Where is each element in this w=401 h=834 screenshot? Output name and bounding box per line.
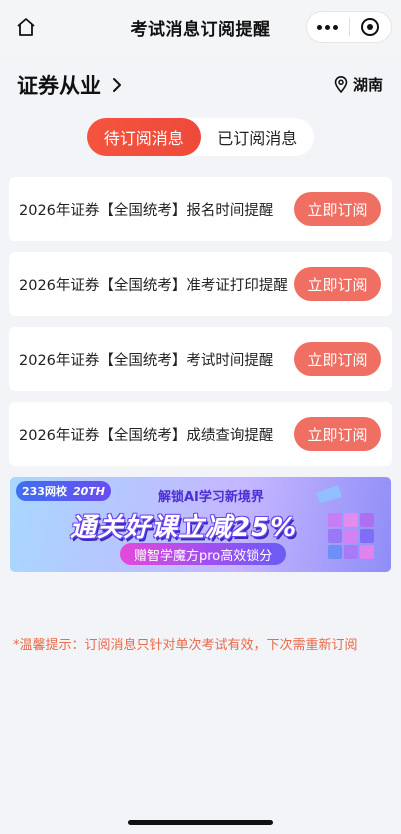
cubes-illustration xyxy=(316,485,374,559)
list-item-title: 2026年证券【全国统考】报名时间提醒 xyxy=(19,202,274,219)
brand-logo: 233网校 20TH xyxy=(16,481,111,501)
exam-category-label: 证券从业 xyxy=(17,74,101,98)
more-menu-button[interactable] xyxy=(307,12,349,42)
close-mini-program-button[interactable] xyxy=(349,12,391,42)
banner-gift-pill: 赠智学魔方pro高效锁分 xyxy=(120,543,287,565)
tips-notice: *温馨提示：订阅消息只针对单次考试有效，下次需重新订阅 xyxy=(13,638,358,653)
brand-logo-text: 233网校 xyxy=(22,485,67,498)
more-dots-icon xyxy=(317,24,339,30)
banner-headline: 通关好课立减25% xyxy=(70,513,298,543)
home-indicator xyxy=(128,820,273,825)
mini-program-capsule xyxy=(306,11,392,43)
location-label: 湖南 xyxy=(352,76,383,94)
subscribe-button[interactable]: 立即订阅 xyxy=(294,192,381,226)
tab-subscribed[interactable]: 已订阅消息 xyxy=(201,118,315,156)
promo-banner[interactable]: 233网校 20TH 解锁AI学习新境界 通关好课立减25% 赠智学魔方pro高… xyxy=(10,477,391,572)
subscribe-button[interactable]: 立即订阅 xyxy=(294,267,381,301)
list-item: 2026年证券【全国统考】报名时间提醒 立即订阅 xyxy=(9,177,392,241)
subscribe-button[interactable]: 立即订阅 xyxy=(294,342,381,376)
list-item-title: 2026年证券【全国统考】准考证打印提醒 xyxy=(19,277,288,294)
list-item: 2026年证券【全国统考】准考证打印提醒 立即订阅 xyxy=(9,252,392,316)
list-item-title: 2026年证券【全国统考】考试时间提醒 xyxy=(19,352,274,369)
tab-pending[interactable]: 待订阅消息 xyxy=(87,118,201,156)
nav-bar: 考试消息订阅提醒 xyxy=(0,0,401,54)
list-item: 2026年证券【全国统考】考试时间提醒 立即订阅 xyxy=(9,327,392,391)
list-item: 2026年证券【全国统考】成绩查询提醒 立即订阅 xyxy=(9,402,392,466)
location-pin-icon xyxy=(334,76,348,93)
list-item-title: 2026年证券【全国统考】成绩查询提醒 xyxy=(19,427,274,444)
exam-category-selector[interactable]: 证券从业 xyxy=(17,70,123,100)
banner-tagline: 解锁AI学习新境界 xyxy=(158,490,264,505)
chevron-right-icon xyxy=(113,78,121,92)
subscribe-button[interactable]: 立即订阅 xyxy=(294,417,381,451)
target-icon xyxy=(361,18,380,36)
anniversary-badge: 20TH xyxy=(72,484,105,498)
location-selector[interactable]: 湖南 xyxy=(334,74,383,95)
subscription-tabs: 待订阅消息 已订阅消息 xyxy=(87,118,314,156)
